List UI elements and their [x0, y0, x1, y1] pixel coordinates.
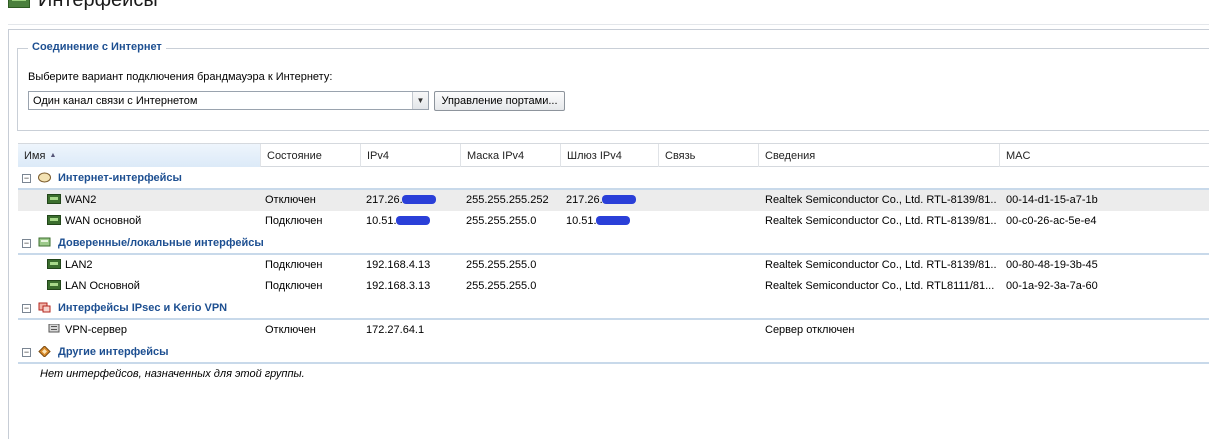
network-card-icon	[47, 280, 61, 290]
cell-info: Сервер отключен	[765, 324, 855, 336]
cell-ipv4: 192.168.3.13	[366, 280, 431, 292]
cell-mask: 255.255.255.0	[466, 259, 537, 271]
cell-state: Отключен	[265, 324, 316, 336]
cell-name: LAN Основной	[65, 280, 140, 292]
table-row[interactable]: LAN Основной Подключен 192.168.3.13 255.…	[18, 276, 1209, 297]
cell-state: Подключен	[265, 259, 323, 271]
cell-name: LAN2	[65, 259, 93, 271]
page-title: Интерфейсы	[38, 0, 158, 12]
group-label: Другие интерфейсы	[58, 346, 169, 358]
table-header: Имя ▲ Состояние IPv4 Маска IPv4 Шлюз IPv4…	[18, 143, 1209, 167]
globe-icon	[38, 172, 51, 183]
chevron-down-icon[interactable]: ▼	[412, 92, 428, 109]
other-interfaces-icon	[38, 346, 51, 357]
cell-info: Realtek Semiconductor Co., Ltd. RTL8111/…	[765, 280, 995, 292]
network-card-icon	[47, 259, 61, 269]
internet-connection-groupbox	[17, 48, 1209, 131]
group-row-internet[interactable]: − Интернет-интерфейсы	[18, 167, 1209, 190]
cell-info: Realtek Semiconductor Co., Ltd. RTL-8139…	[765, 194, 997, 206]
redaction-mark	[595, 216, 630, 225]
cell-mac: 00-80-48-19-3b-45	[1006, 259, 1098, 271]
connection-type-select[interactable]: Один канал связи с Интернетом ▼	[28, 91, 429, 110]
connection-type-value: Один канал связи с Интернетом	[33, 94, 198, 107]
manage-ports-button[interactable]: Управление портами...	[434, 91, 565, 111]
group-label: Интерфейсы IPsec и Kerio VPN	[58, 302, 228, 314]
connection-type-label: Выберите вариант подключения брандмауэра…	[28, 71, 333, 83]
cell-name: VPN-сервер	[65, 324, 127, 336]
groupbox-legend: Соединение с Интернет	[28, 41, 166, 53]
column-header-mask[interactable]: Маска IPv4	[461, 144, 561, 167]
column-header-gateway[interactable]: Шлюз IPv4	[561, 144, 659, 167]
cell-ipv4: 172.27.64.1	[366, 324, 425, 336]
panel-top-divider	[8, 24, 1209, 25]
cell-name: WAN2	[65, 194, 97, 206]
cell-state: Подключен	[265, 215, 323, 227]
cell-mask: 255.255.255.0	[466, 215, 537, 227]
group-row-vpn[interactable]: − Интерфейсы IPsec и Kerio VPN	[18, 297, 1209, 320]
column-header-ipv4[interactable]: IPv4	[361, 144, 461, 167]
sort-ascending-icon: ▲	[49, 152, 57, 159]
network-card-icon	[47, 194, 61, 204]
collapse-icon[interactable]: −	[22, 174, 31, 183]
cell-mask: 255.255.255.0	[466, 280, 537, 292]
redaction-mark	[601, 195, 636, 204]
table-row[interactable]: VPN-сервер Отключен 172.27.64.1 Сервер о…	[18, 320, 1209, 341]
column-header-state[interactable]: Состояние	[261, 144, 361, 167]
empty-group-message: Нет интерфейсов, назначенных для этой гр…	[40, 368, 305, 380]
cell-state: Отключен	[265, 194, 316, 206]
table-row[interactable]: LAN2 Подключен 192.168.4.13 255.255.255.…	[18, 255, 1209, 276]
empty-group-row: Нет интерфейсов, назначенных для этой гр…	[18, 364, 1209, 385]
group-label: Интернет-интерфейсы	[58, 172, 182, 184]
collapse-icon[interactable]: −	[22, 239, 31, 248]
group-row-other[interactable]: − Другие интерфейсы	[18, 341, 1209, 364]
column-header-link[interactable]: Связь	[659, 144, 759, 167]
page-header: Интерфейсы	[8, 0, 158, 11]
vpn-icon	[38, 302, 51, 313]
cell-mac: 00-14-d1-15-a7-1b	[1006, 194, 1098, 206]
cell-mask: 255.255.255.252	[466, 194, 549, 206]
cell-info: Realtek Semiconductor Co., Ltd. RTL-8139…	[765, 259, 997, 271]
cell-gateway: 10.51.	[566, 215, 630, 227]
cell-info: Realtek Semiconductor Co., Ltd. RTL-8139…	[765, 215, 997, 227]
cell-mac: 00-1a-92-3a-7a-60	[1006, 280, 1098, 292]
cell-state: Подключен	[265, 280, 323, 292]
network-card-icon	[47, 215, 61, 225]
cell-ipv4: 217.26.	[366, 194, 436, 206]
cell-ipv4: 192.168.4.13	[366, 259, 431, 271]
collapse-icon[interactable]: −	[22, 348, 31, 357]
collapse-icon[interactable]: −	[22, 304, 31, 313]
column-header-name[interactable]: Имя ▲	[18, 144, 261, 167]
cell-ipv4: 10.51.	[366, 215, 430, 227]
interfaces-icon	[8, 0, 30, 8]
interfaces-table: Имя ▲ Состояние IPv4 Маска IPv4 Шлюз IPv4…	[18, 143, 1209, 385]
local-network-icon	[38, 237, 51, 247]
redaction-mark	[401, 195, 436, 204]
cell-mac: 00-c0-26-ac-5e-e4	[1006, 215, 1097, 227]
cell-gateway: 217.26.	[566, 194, 636, 206]
table-row[interactable]: WAN2 Отключен 217.26. 255.255.255.252 21…	[18, 190, 1209, 211]
vpn-server-icon	[48, 324, 60, 333]
table-row[interactable]: WAN основной Подключен 10.51. 255.255.25…	[18, 211, 1209, 232]
column-header-info[interactable]: Сведения	[759, 144, 1000, 167]
cell-name: WAN основной	[65, 215, 142, 227]
redaction-mark	[395, 216, 430, 225]
group-label: Доверенные/локальные интерфейсы	[58, 237, 264, 249]
column-header-mac[interactable]: MAC	[1000, 144, 1209, 167]
group-row-local[interactable]: − Доверенные/локальные интерфейсы	[18, 232, 1209, 255]
